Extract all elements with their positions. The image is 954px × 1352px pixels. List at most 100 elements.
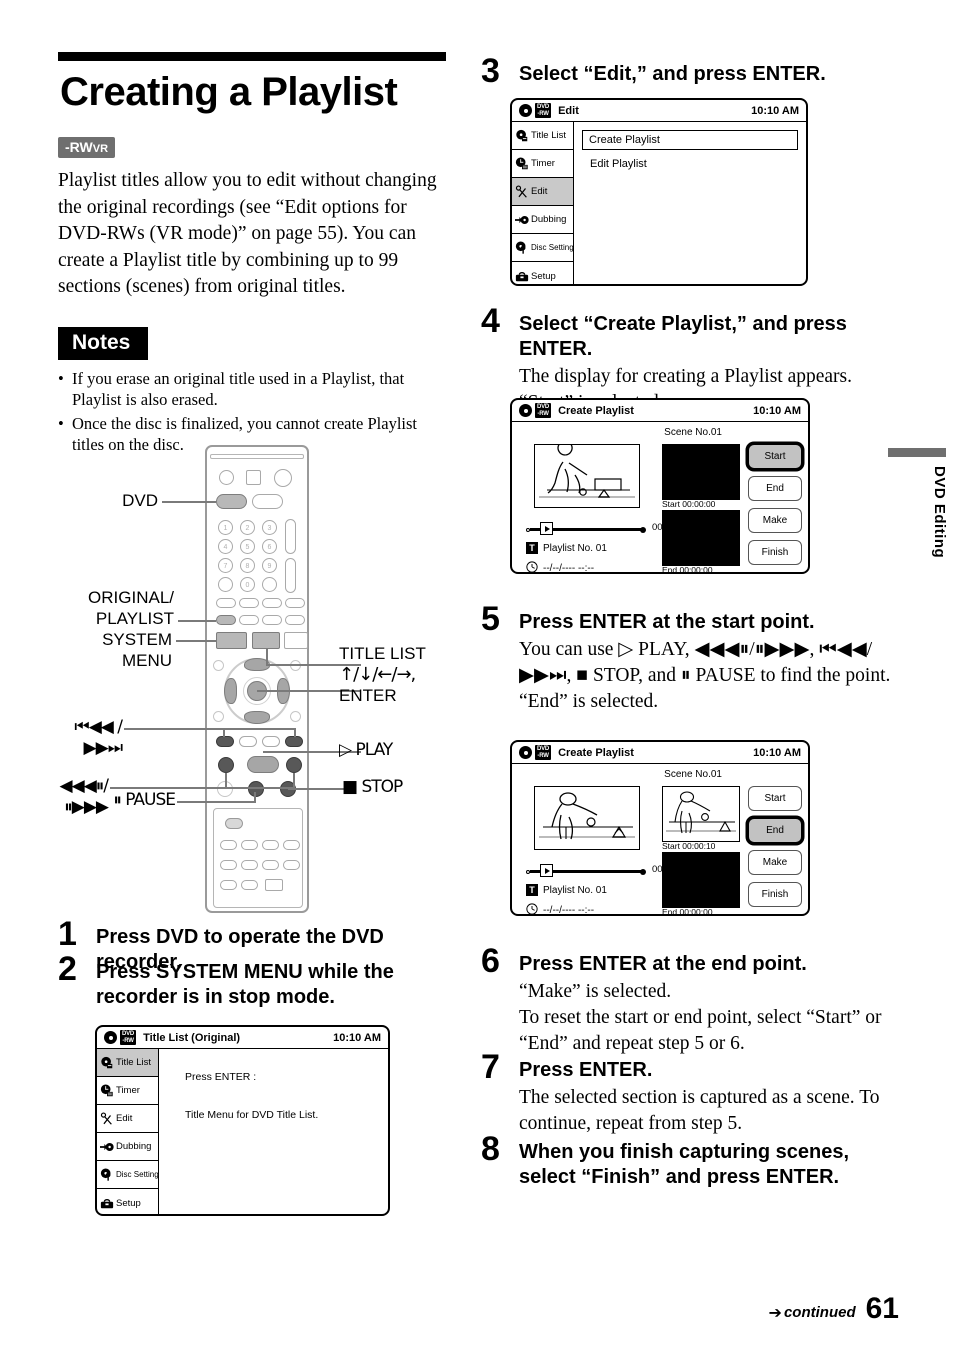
sidebar-item-setup[interactable]: Setup — [512, 262, 573, 284]
sidebar-item-edit[interactable]: Edit — [512, 178, 573, 206]
title-icon: T — [526, 884, 538, 896]
dvd-button[interactable] — [216, 494, 247, 509]
leader-stop — [288, 788, 347, 790]
lower-button-2[interactable] — [241, 840, 258, 850]
key-6[interactable]: 6 — [262, 539, 277, 554]
lower-button-10[interactable] — [241, 880, 258, 890]
rewind-button[interactable] — [218, 757, 234, 773]
eject-button[interactable] — [219, 470, 234, 485]
fast-forward-button[interactable] — [286, 757, 302, 773]
scene-number-label: Scene No.01 — [664, 769, 722, 780]
lower-button-3[interactable] — [262, 840, 279, 850]
sidebar-item-timer[interactable]: Timer — [512, 150, 573, 178]
sidebar-item-dubbing[interactable]: Dubbing — [97, 1133, 158, 1161]
recording-date: --/--/---- --:-- — [543, 563, 595, 574]
fn-button-2[interactable] — [239, 598, 259, 608]
fn-button-8[interactable] — [285, 615, 305, 625]
key-8[interactable]: 8 — [240, 558, 255, 573]
volume-rocker[interactable] — [285, 558, 296, 593]
make-button[interactable]: Make — [748, 508, 802, 533]
sidebar-item-edit[interactable]: Edit — [97, 1105, 158, 1133]
screen-title: Create Playlist — [558, 746, 634, 759]
record-button[interactable] — [225, 818, 243, 829]
dpad-left[interactable] — [224, 678, 237, 704]
play-button[interactable] — [247, 756, 279, 773]
preview-thumbnail — [534, 444, 640, 508]
lower-button-4[interactable] — [283, 840, 300, 850]
channel-rocker[interactable] — [285, 519, 296, 554]
return-button[interactable] — [284, 632, 308, 649]
progress-bar[interactable] — [526, 864, 646, 877]
lower-button-1[interactable] — [220, 840, 237, 850]
end-thumbnail — [662, 852, 740, 908]
sidebar-item-timer[interactable]: Timer — [97, 1077, 158, 1105]
sidebar-item-title-list[interactable]: Title List — [97, 1049, 158, 1077]
dpad-down[interactable] — [244, 711, 270, 724]
key-2[interactable]: 2 — [240, 520, 255, 535]
system-menu-button[interactable] — [216, 632, 247, 649]
end-button[interactable]: End — [748, 818, 802, 843]
fn-button-4[interactable] — [285, 598, 305, 608]
title-list-button[interactable] — [252, 632, 280, 649]
sidebar-item-setup[interactable]: Setup — [97, 1189, 158, 1214]
title-rule — [58, 52, 446, 61]
corner-button-br[interactable] — [290, 711, 301, 722]
fn-button-3[interactable] — [262, 598, 282, 608]
remote-label-skip: ⏮◀◀ /▶▶⏭ — [74, 717, 123, 758]
menu-option-edit-playlist[interactable]: Edit Playlist — [582, 155, 798, 173]
badge-suffix: VR — [92, 143, 109, 155]
corner-button-bl[interactable] — [213, 711, 224, 722]
finish-button[interactable]: Finish — [748, 882, 802, 907]
fn-button-1[interactable] — [216, 598, 236, 608]
dvd-rw-icon: DVD -RW — [535, 403, 552, 418]
lower-button-6[interactable] — [241, 860, 258, 870]
end-button[interactable]: End — [748, 476, 802, 501]
lower-button-8[interactable] — [283, 860, 300, 870]
original-playlist-button[interactable] — [216, 615, 236, 625]
fn-button-7[interactable] — [262, 615, 282, 625]
key-clear[interactable] — [218, 577, 233, 592]
remote-label-enter: ENTER — [339, 686, 397, 705]
next-track-button[interactable] — [285, 736, 303, 747]
fn-button-6[interactable] — [239, 615, 259, 625]
advance-button[interactable] — [262, 736, 280, 747]
playhead-handle[interactable] — [540, 522, 553, 535]
lower-button-5[interactable] — [220, 860, 237, 870]
key-0[interactable]: 0 — [240, 577, 255, 592]
lower-button-7[interactable] — [262, 860, 279, 870]
pause-button[interactable] — [248, 781, 264, 797]
preview-thumbnail — [534, 786, 640, 850]
progress-bar[interactable] — [526, 522, 646, 535]
sidebar-item-disc-setting[interactable]: Disc Setting — [97, 1161, 159, 1189]
key-5[interactable]: 5 — [240, 539, 255, 554]
lower-button-9[interactable] — [220, 880, 237, 890]
display-button[interactable] — [246, 470, 261, 485]
menu-option-create-playlist[interactable]: Create Playlist — [582, 130, 798, 150]
corner-button-tl[interactable] — [213, 660, 224, 671]
start-button[interactable]: Start — [748, 786, 802, 811]
key-3[interactable]: 3 — [262, 520, 277, 535]
key-enter-num[interactable] — [262, 577, 277, 592]
page-footer: ➔ continued 61 — [769, 1292, 899, 1326]
power-button[interactable] — [274, 469, 292, 487]
sidebar-item-dubbing[interactable]: Dubbing — [512, 206, 573, 234]
finish-button[interactable]: Finish — [748, 540, 802, 565]
key-4[interactable]: 4 — [218, 539, 233, 554]
start-button[interactable]: Start — [748, 444, 802, 469]
key-1[interactable]: 1 — [218, 520, 233, 535]
remote-label-original: ORIGINAL/ — [88, 588, 174, 607]
playlist-number-row: T Playlist No. 01 — [526, 884, 607, 896]
lower-display-button[interactable] — [265, 879, 283, 891]
key-9[interactable]: 9 — [262, 558, 277, 573]
screen-title: Title List (Original) — [143, 1031, 241, 1044]
make-button[interactable]: Make — [748, 850, 802, 875]
clock-icon — [515, 156, 529, 171]
replay-button[interactable] — [239, 736, 257, 747]
video-button[interactable] — [252, 494, 283, 509]
sidebar-item-title-list[interactable]: Title List — [512, 122, 573, 150]
key-7[interactable]: 7 — [218, 558, 233, 573]
prev-track-button[interactable] — [216, 736, 234, 747]
playhead-handle[interactable] — [540, 864, 553, 877]
sidebar-item-disc-setting[interactable]: Disc Setting — [512, 234, 574, 262]
notes-heading: Notes — [58, 326, 149, 360]
